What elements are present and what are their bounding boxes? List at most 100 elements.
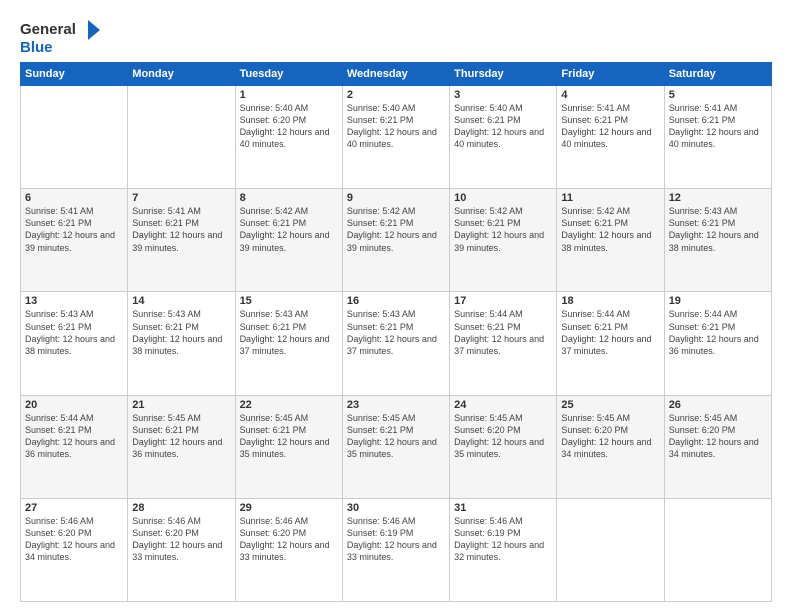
calendar-cell: 5Sunrise: 5:41 AM Sunset: 6:21 PM Daylig… — [664, 86, 771, 189]
calendar-cell: 1Sunrise: 5:40 AM Sunset: 6:20 PM Daylig… — [235, 86, 342, 189]
day-number: 15 — [240, 295, 338, 307]
day-info: Sunrise: 5:45 AM Sunset: 6:20 PM Dayligh… — [454, 412, 552, 461]
calendar-cell — [128, 86, 235, 189]
day-number: 18 — [561, 295, 659, 307]
day-info: Sunrise: 5:42 AM Sunset: 6:21 PM Dayligh… — [240, 205, 338, 254]
day-info: Sunrise: 5:42 AM Sunset: 6:21 PM Dayligh… — [561, 205, 659, 254]
weekday-header-tuesday: Tuesday — [235, 63, 342, 86]
day-info: Sunrise: 5:40 AM Sunset: 6:21 PM Dayligh… — [347, 102, 445, 151]
day-info: Sunrise: 5:44 AM Sunset: 6:21 PM Dayligh… — [454, 308, 552, 357]
day-info: Sunrise: 5:46 AM Sunset: 6:19 PM Dayligh… — [454, 515, 552, 564]
weekday-header-sunday: Sunday — [21, 63, 128, 86]
weekday-header-monday: Monday — [128, 63, 235, 86]
calendar-week-2: 6 Sunrise: 5:41 AM Sunset: 6:21 PM Daylig… — [21, 189, 772, 292]
day-info: Sunrise: 5:40 AM Sunset: 6:21 PM Dayligh… — [454, 102, 552, 151]
calendar-cell: 3Sunrise: 5:40 AM Sunset: 6:21 PM Daylig… — [450, 86, 557, 189]
day-info: Sunrise: 5:40 AM Sunset: 6:20 PM Dayligh… — [240, 102, 338, 151]
calendar-cell: 15Sunrise: 5:43 AM Sunset: 6:21 PM Dayli… — [235, 292, 342, 395]
calendar-cell: 25Sunrise: 5:45 AM Sunset: 6:20 PM Dayli… — [557, 395, 664, 498]
day-info: Sunrise: 5:45 AM Sunset: 6:20 PM Dayligh… — [561, 412, 659, 461]
day-number: 5 — [669, 89, 767, 101]
calendar-cell: 31Sunrise: 5:46 AM Sunset: 6:19 PM Dayli… — [450, 498, 557, 601]
day-number: 8 — [240, 192, 338, 204]
day-info: Sunrise: 5:41 AM Sunset: 6:21 PM Dayligh… — [132, 205, 230, 254]
day-info: Sunrise: 5:42 AM Sunset: 6:21 PM Dayligh… — [454, 205, 552, 254]
calendar-cell: 29Sunrise: 5:46 AM Sunset: 6:20 PM Dayli… — [235, 498, 342, 601]
day-number: 22 — [240, 399, 338, 411]
day-number: 20 — [25, 399, 123, 411]
day-number: 12 — [669, 192, 767, 204]
svg-text:Blue: Blue — [20, 39, 53, 56]
day-info: Sunrise: 5:46 AM Sunset: 6:20 PM Dayligh… — [25, 515, 123, 564]
header: GeneralBlue — [20, 18, 772, 58]
weekday-header-wednesday: Wednesday — [342, 63, 449, 86]
calendar-week-5: 27Sunrise: 5:46 AM Sunset: 6:20 PM Dayli… — [21, 498, 772, 601]
logo-svg: GeneralBlue — [20, 18, 100, 58]
calendar-cell: 14Sunrise: 5:43 AM Sunset: 6:21 PM Dayli… — [128, 292, 235, 395]
day-number: 14 — [132, 295, 230, 307]
day-number: 3 — [454, 89, 552, 101]
weekday-header-thursday: Thursday — [450, 63, 557, 86]
day-number: 29 — [240, 502, 338, 514]
calendar-cell: 6Sunrise: 5:41 AM Sunset: 6:21 PM Daylig… — [21, 189, 128, 292]
day-info: Sunrise: 5:44 AM Sunset: 6:21 PM Dayligh… — [561, 308, 659, 357]
day-info: Sunrise: 5:43 AM Sunset: 6:21 PM Dayligh… — [132, 308, 230, 357]
day-number: 4 — [561, 89, 659, 101]
day-number: 31 — [454, 502, 552, 514]
calendar-cell: 12Sunrise: 5:43 AM Sunset: 6:21 PM Dayli… — [664, 189, 771, 292]
day-number: 28 — [132, 502, 230, 514]
svg-text:General: General — [20, 21, 76, 38]
day-number: 11 — [561, 192, 659, 204]
page: GeneralBlue SundayMondayTuesdayWednesday… — [0, 0, 792, 612]
day-info: Sunrise: 5:45 AM Sunset: 6:21 PM Dayligh… — [132, 412, 230, 461]
calendar-cell — [21, 86, 128, 189]
calendar-cell: 9Sunrise: 5:42 AM Sunset: 6:21 PM Daylig… — [342, 189, 449, 292]
day-info: Sunrise: 5:41 AM Sunset: 6:21 PM Dayligh… — [669, 102, 767, 151]
day-number: 6 — [25, 192, 123, 204]
calendar-cell: 11Sunrise: 5:42 AM Sunset: 6:21 PM Dayli… — [557, 189, 664, 292]
day-info: Sunrise: 5:42 AM Sunset: 6:21 PM Dayligh… — [347, 205, 445, 254]
day-number: 13 — [25, 295, 123, 307]
calendar-cell: 30Sunrise: 5:46 AM Sunset: 6:19 PM Dayli… — [342, 498, 449, 601]
weekday-header-row: SundayMondayTuesdayWednesdayThursdayFrid… — [21, 63, 772, 86]
calendar-table: SundayMondayTuesdayWednesdayThursdayFrid… — [20, 62, 772, 602]
calendar-cell: 17Sunrise: 5:44 AM Sunset: 6:21 PM Dayli… — [450, 292, 557, 395]
day-number: 26 — [669, 399, 767, 411]
calendar-cell: 18Sunrise: 5:44 AM Sunset: 6:21 PM Dayli… — [557, 292, 664, 395]
day-number: 1 — [240, 89, 338, 101]
calendar-week-4: 20Sunrise: 5:44 AM Sunset: 6:21 PM Dayli… — [21, 395, 772, 498]
logo: GeneralBlue — [20, 18, 100, 58]
day-info: Sunrise: 5:46 AM Sunset: 6:20 PM Dayligh… — [240, 515, 338, 564]
calendar-cell: 2Sunrise: 5:40 AM Sunset: 6:21 PM Daylig… — [342, 86, 449, 189]
day-info: Sunrise: 5:43 AM Sunset: 6:21 PM Dayligh… — [25, 308, 123, 357]
day-number: 16 — [347, 295, 445, 307]
calendar-cell: 28Sunrise: 5:46 AM Sunset: 6:20 PM Dayli… — [128, 498, 235, 601]
calendar-cell — [664, 498, 771, 601]
calendar-cell: 8Sunrise: 5:42 AM Sunset: 6:21 PM Daylig… — [235, 189, 342, 292]
weekday-header-saturday: Saturday — [664, 63, 771, 86]
day-info: Sunrise: 5:45 AM Sunset: 6:20 PM Dayligh… — [669, 412, 767, 461]
calendar-cell: 10Sunrise: 5:42 AM Sunset: 6:21 PM Dayli… — [450, 189, 557, 292]
day-info: Sunrise: 5:43 AM Sunset: 6:21 PM Dayligh… — [669, 205, 767, 254]
calendar-cell: 21Sunrise: 5:45 AM Sunset: 6:21 PM Dayli… — [128, 395, 235, 498]
calendar-cell: 19Sunrise: 5:44 AM Sunset: 6:21 PM Dayli… — [664, 292, 771, 395]
day-number: 30 — [347, 502, 445, 514]
calendar-cell: 7Sunrise: 5:41 AM Sunset: 6:21 PM Daylig… — [128, 189, 235, 292]
day-info: Sunrise: 5:44 AM Sunset: 6:21 PM Dayligh… — [25, 412, 123, 461]
calendar-cell: 16Sunrise: 5:43 AM Sunset: 6:21 PM Dayli… — [342, 292, 449, 395]
day-number: 2 — [347, 89, 445, 101]
calendar-cell: 4Sunrise: 5:41 AM Sunset: 6:21 PM Daylig… — [557, 86, 664, 189]
day-info: Sunrise: 5:43 AM Sunset: 6:21 PM Dayligh… — [240, 308, 338, 357]
day-number: 10 — [454, 192, 552, 204]
weekday-header-friday: Friday — [557, 63, 664, 86]
day-info: Sunrise: 5:41 AM Sunset: 6:21 PM Dayligh… — [561, 102, 659, 151]
day-info: Sunrise: 5:45 AM Sunset: 6:21 PM Dayligh… — [240, 412, 338, 461]
day-info: Sunrise: 5:44 AM Sunset: 6:21 PM Dayligh… — [669, 308, 767, 357]
day-number: 9 — [347, 192, 445, 204]
calendar-cell: 13Sunrise: 5:43 AM Sunset: 6:21 PM Dayli… — [21, 292, 128, 395]
calendar-cell: 27Sunrise: 5:46 AM Sunset: 6:20 PM Dayli… — [21, 498, 128, 601]
calendar-cell: 22Sunrise: 5:45 AM Sunset: 6:21 PM Dayli… — [235, 395, 342, 498]
calendar-cell: 23Sunrise: 5:45 AM Sunset: 6:21 PM Dayli… — [342, 395, 449, 498]
day-info: Sunrise: 5:43 AM Sunset: 6:21 PM Dayligh… — [347, 308, 445, 357]
day-info: Sunrise: 5:45 AM Sunset: 6:21 PM Dayligh… — [347, 412, 445, 461]
